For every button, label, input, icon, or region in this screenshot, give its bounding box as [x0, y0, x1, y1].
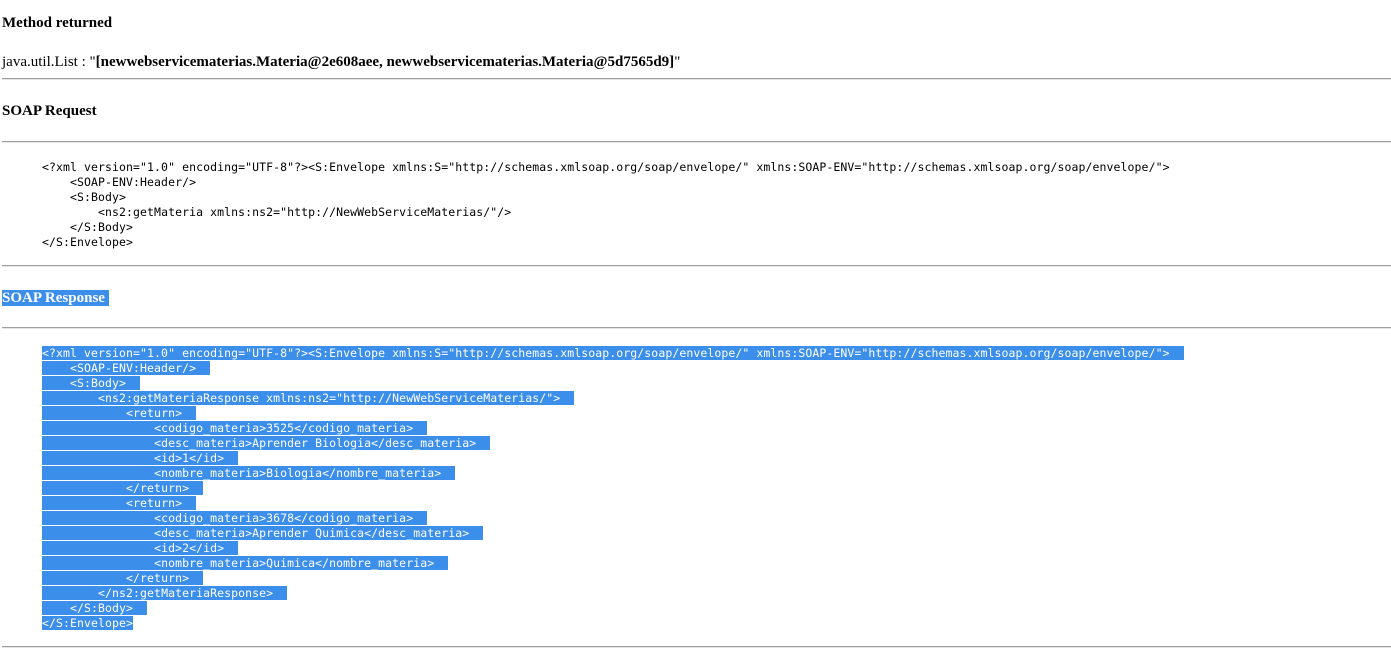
xml-line-text: <desc_materia>Aprender Biologia</desc_ma…	[154, 436, 491, 450]
xml-line: <codigo_materia>3678</codigo_materia>	[42, 511, 1184, 526]
xml-line-text: <SOAP-ENV:Header/>	[70, 361, 211, 375]
xml-indent	[42, 451, 155, 465]
xml-line-text: <nombre_materia>Quimica</nombre_materia>	[154, 556, 449, 570]
xml-indent	[42, 601, 71, 615]
xml-line-text: <ns2:getMateria xmlns:ns2="http://NewWeb…	[98, 205, 512, 219]
divider	[2, 78, 1391, 80]
xml-line-text: <?xml version="1.0" encoding="UTF-8"?><S…	[42, 160, 1170, 174]
xml-indent	[42, 541, 155, 555]
return-value: [newwebservicematerias.Materia@2e608aee,…	[95, 54, 675, 70]
return-type-suffix: "	[674, 54, 681, 70]
xml-line-text: <id>1</id>	[154, 451, 239, 465]
xml-indent	[42, 556, 155, 570]
xml-line: <id>2</id>	[42, 541, 1184, 556]
xml-line-text: <return>	[126, 406, 197, 420]
soap-request-xml: <?xml version="1.0" encoding="UTF-8"?><S…	[42, 160, 1170, 250]
xml-line-text: <codigo_materia>3678</codigo_materia>	[154, 511, 428, 525]
divider	[2, 265, 1391, 267]
xml-indent	[42, 511, 155, 525]
method-returned-heading: Method returned	[2, 15, 113, 31]
xml-line: <ns2:getMateriaResponse xmlns:ns2="http:…	[42, 391, 1184, 406]
xml-indent	[42, 481, 127, 495]
xml-line-text: </return>	[126, 571, 204, 585]
xml-line-text: </ns2:getMateriaResponse>	[98, 586, 288, 600]
xml-line: <S:Body>	[42, 190, 1170, 205]
return-type-prefix: java.util.List : "	[2, 54, 96, 70]
soap-response-heading-text: SOAP Response	[2, 290, 109, 306]
xml-indent	[42, 190, 70, 204]
xml-line: <S:Body>	[42, 376, 1184, 391]
xml-indent	[42, 526, 155, 540]
xml-line: </return>	[42, 571, 1184, 586]
xml-indent	[42, 175, 70, 189]
xml-line: </S:Body>	[42, 601, 1184, 616]
xml-line: <desc_materia>Aprender Quimica</desc_mat…	[42, 526, 1184, 541]
xml-line-text: <SOAP-ENV:Header/>	[70, 175, 197, 189]
xml-line-text: </S:Body>	[70, 220, 134, 234]
soap-response-xml: <?xml version="1.0" encoding="UTF-8"?><S…	[42, 346, 1184, 631]
xml-line-text: <S:Body>	[70, 190, 127, 204]
xml-line-text: </return>	[126, 481, 204, 495]
soap-request-heading: SOAP Request	[2, 103, 97, 119]
xml-indent	[42, 496, 127, 510]
xml-indent	[42, 220, 70, 234]
xml-line: </ns2:getMateriaResponse>	[42, 586, 1184, 601]
xml-line: <SOAP-ENV:Header/>	[42, 175, 1170, 190]
xml-line-text: </S:Body>	[70, 601, 148, 615]
xml-line: <desc_materia>Aprender Biologia</desc_ma…	[42, 436, 1184, 451]
xml-line-text: <codigo_materia>3525</codigo_materia>	[154, 421, 428, 435]
xml-line-text: <return>	[126, 496, 197, 510]
xml-indent	[42, 466, 155, 480]
xml-indent	[42, 436, 155, 450]
xml-line: <ns2:getMateria xmlns:ns2="http://NewWeb…	[42, 205, 1170, 220]
xml-line: <codigo_materia>3525</codigo_materia>	[42, 421, 1184, 436]
xml-line: </S:Envelope>	[42, 235, 1170, 250]
divider	[2, 327, 1391, 329]
xml-line-text: <nombre_materia>Biologia</nombre_materia…	[154, 466, 456, 480]
xml-line-text: <desc_materia>Aprender Quimica</desc_mat…	[154, 526, 484, 540]
xml-line: <nombre_materia>Quimica</nombre_materia>	[42, 556, 1184, 571]
xml-indent	[42, 361, 71, 375]
xml-line: <?xml version="1.0" encoding="UTF-8"?><S…	[42, 346, 1184, 361]
xml-line: <nombre_materia>Biologia</nombre_materia…	[42, 466, 1184, 481]
xml-indent	[42, 205, 98, 219]
xml-line-text: </S:Envelope>	[42, 235, 134, 249]
xml-line-text: <?xml version="1.0" encoding="UTF-8"?><S…	[42, 346, 1184, 360]
xml-line-text: <id>2</id>	[154, 541, 239, 555]
xml-indent	[42, 571, 127, 585]
divider	[2, 141, 1391, 143]
xml-line: <return>	[42, 496, 1184, 511]
xml-line-text: </S:Envelope>	[42, 616, 134, 630]
xml-indent	[42, 391, 99, 405]
xml-line: </S:Envelope>	[42, 616, 1184, 631]
xml-line: </S:Body>	[42, 220, 1170, 235]
xml-line: </return>	[42, 481, 1184, 496]
xml-line-text: <ns2:getMateriaResponse xmlns:ns2="http:…	[98, 391, 575, 405]
xml-indent	[42, 586, 99, 600]
xml-line: <return>	[42, 406, 1184, 421]
xml-indent	[42, 421, 155, 435]
method-returned-value: java.util.List : "[newwebservicematerias…	[2, 53, 680, 71]
soap-tester-page: Method returned java.util.List : "[newwe…	[0, 0, 1391, 666]
xml-indent	[42, 376, 71, 390]
soap-response-heading: SOAP Response	[2, 289, 109, 307]
divider	[2, 646, 1391, 648]
xml-line-text: <S:Body>	[70, 376, 141, 390]
xml-indent	[42, 406, 127, 420]
xml-line: <SOAP-ENV:Header/>	[42, 361, 1184, 376]
xml-line: <?xml version="1.0" encoding="UTF-8"?><S…	[42, 160, 1170, 175]
xml-line: <id>1</id>	[42, 451, 1184, 466]
